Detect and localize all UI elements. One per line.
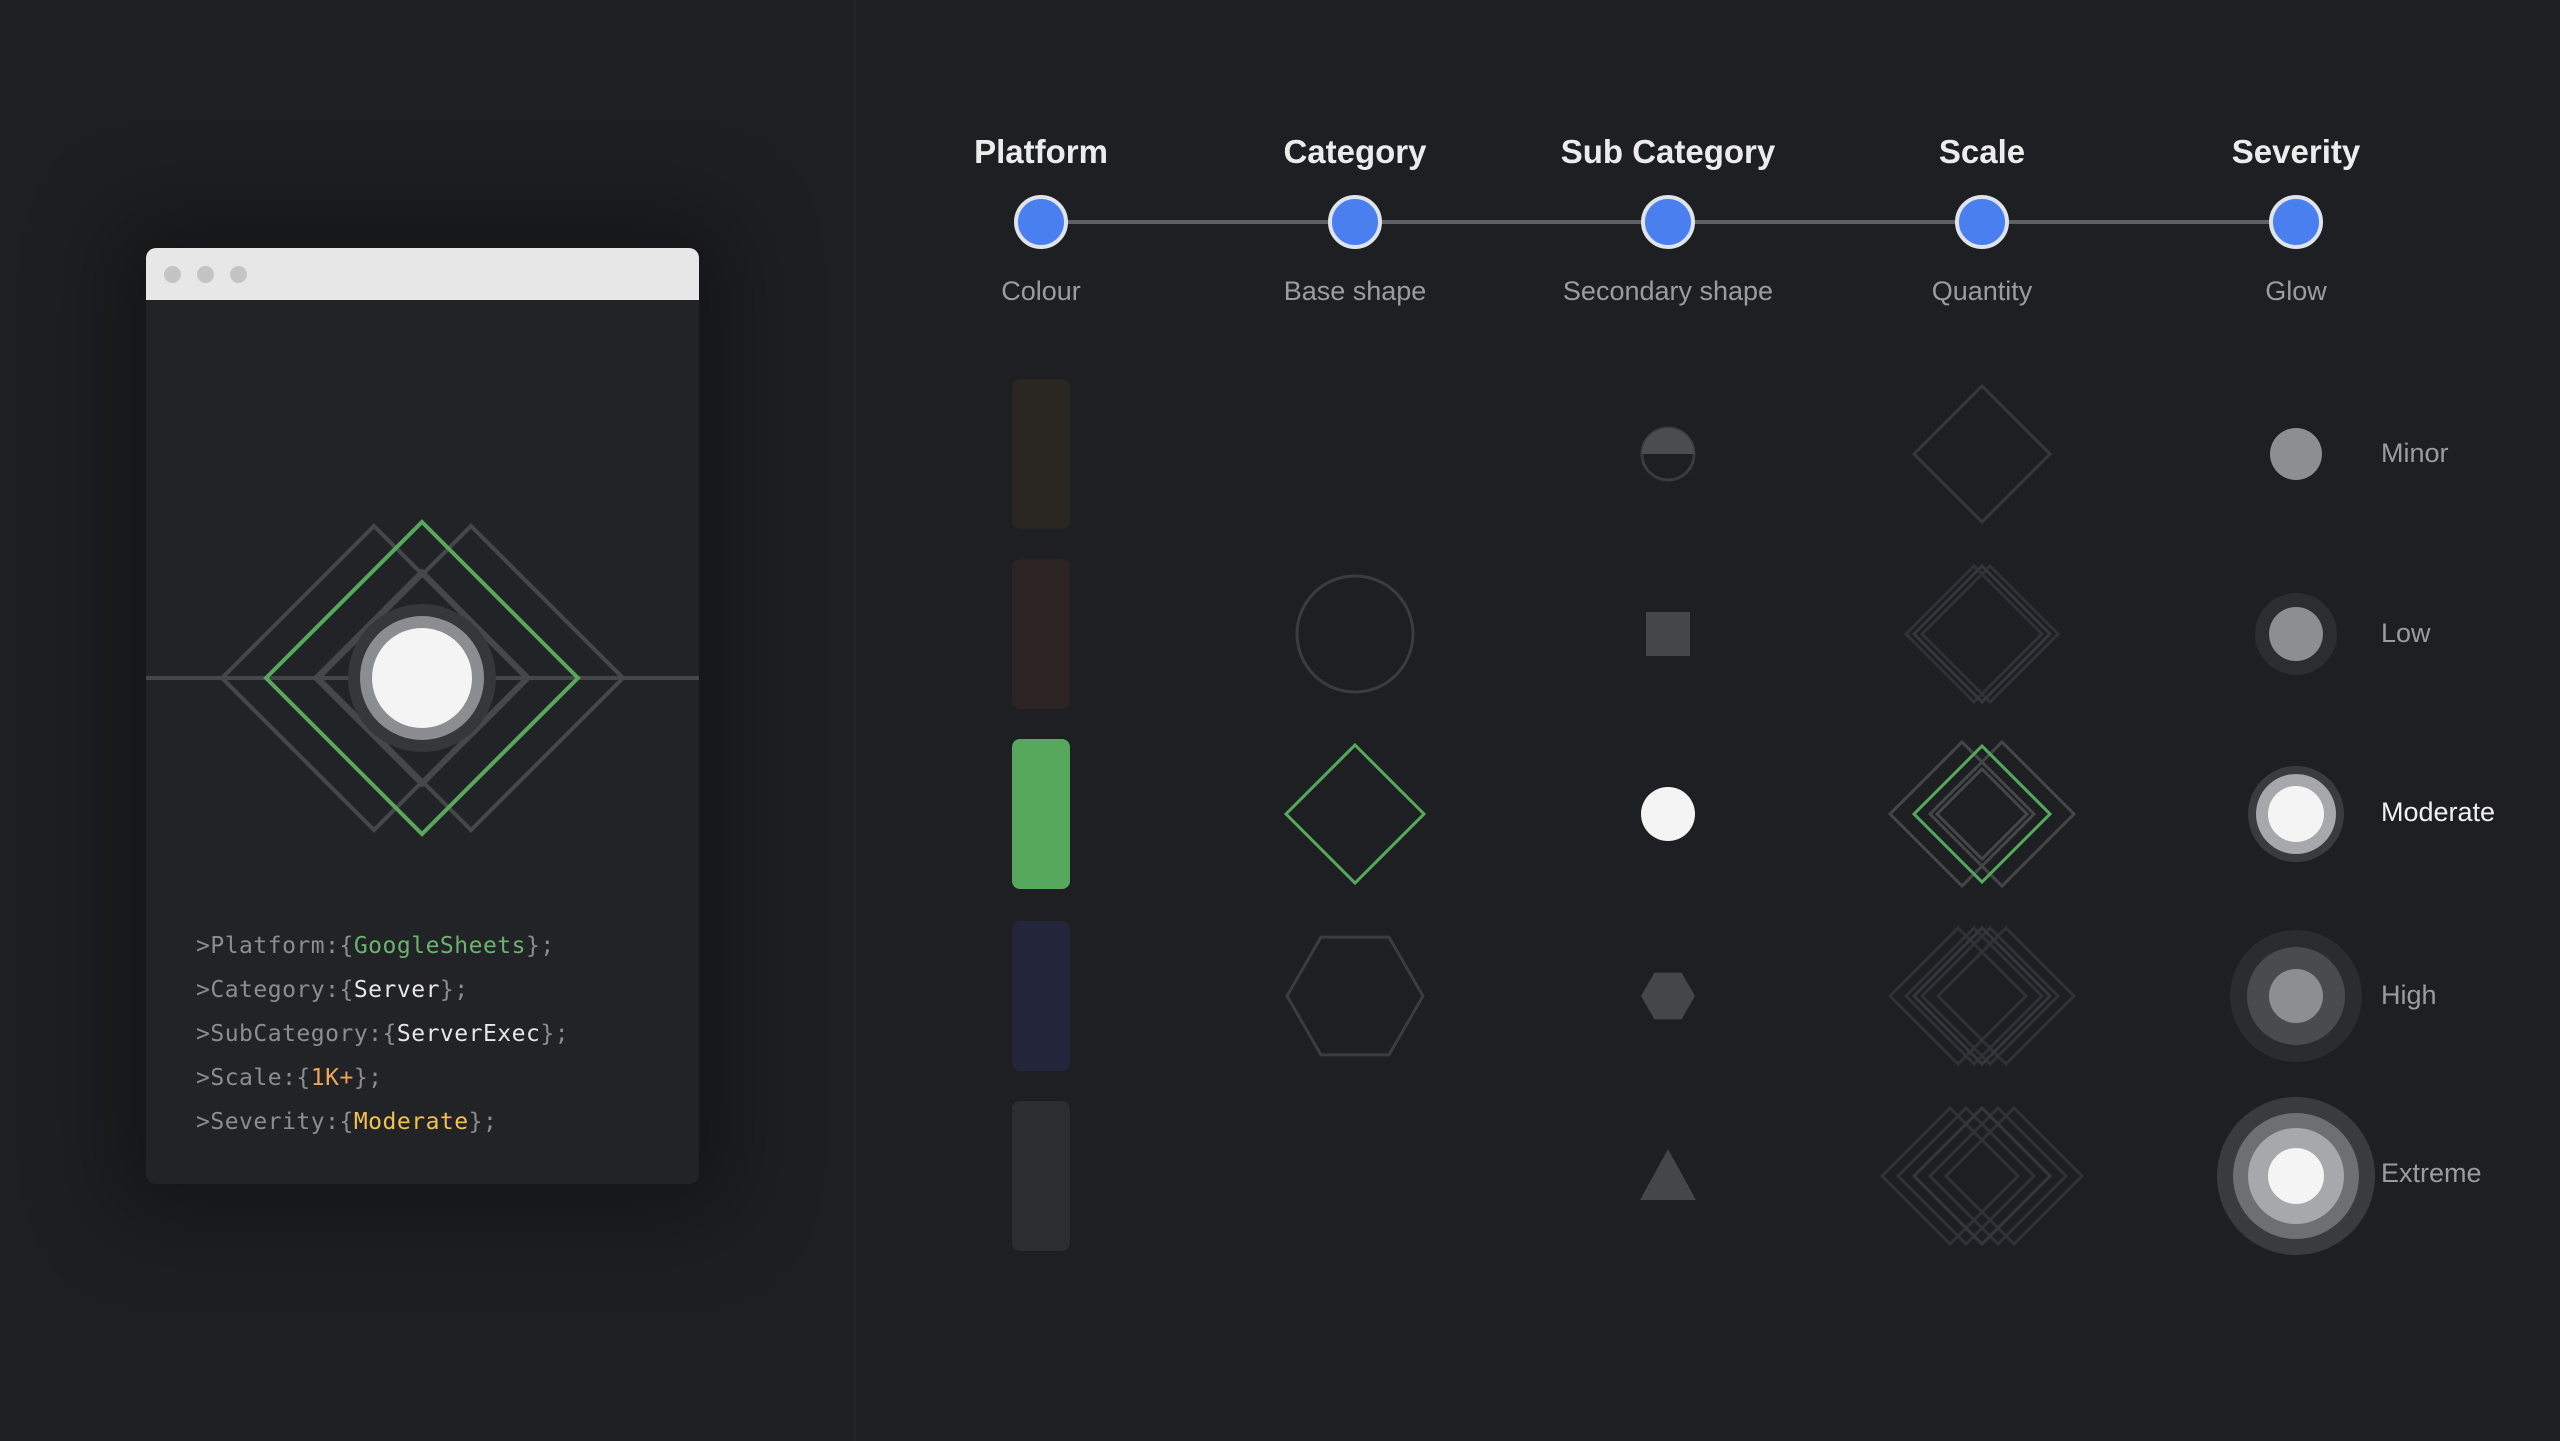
column-title-platform: Platform — [974, 133, 1108, 170]
quantity-diamond-inner-icon — [1934, 766, 2030, 862]
quantity-diamond-icon — [1911, 925, 2053, 1067]
severity-label-minor: Minor — [2381, 438, 2449, 468]
legend-graphics — [1012, 195, 2375, 1255]
column-subtitle-colour: Colour — [1001, 276, 1081, 306]
quantity-diamond-icon — [1943, 1105, 2085, 1247]
base-shape-diamond-icon — [1283, 742, 1427, 886]
severity-label-low: Low — [2381, 618, 2431, 648]
quantity-diamond-icon — [1879, 1105, 2021, 1247]
quantity-diamond-icon — [1903, 925, 2045, 1067]
severity-glow-high-icon — [2269, 969, 2323, 1023]
colour-swatch — [1012, 739, 1070, 889]
timeline-node-4 — [1955, 195, 2009, 249]
quantity-diamond-main-icon — [1911, 743, 2053, 885]
column-title-scale: Scale — [1938, 133, 2026, 170]
secondary-half-circle-icon — [1642, 428, 1694, 454]
base-shape-circle-icon — [1295, 574, 1415, 694]
severity-glow-moderate-icon — [2268, 786, 2324, 842]
timeline-node-5 — [2269, 195, 2323, 249]
quantity-diamond-icon — [1911, 383, 2053, 525]
timeline-node-2 — [1328, 195, 1382, 249]
quantity-diamond-icon — [1911, 1105, 2053, 1247]
quantity-diamond-icon — [1887, 925, 2029, 1067]
quantity-diamond-icon — [1919, 563, 2061, 705]
quantity-diamond-icon — [1935, 925, 2077, 1067]
timeline-node-3 — [1641, 195, 1695, 249]
secondary-hexagon-icon — [1641, 972, 1695, 1020]
colour-swatch — [1012, 559, 1070, 709]
quantity-diamond-back-icon — [1887, 739, 2037, 889]
severity-glow-extreme-icon — [2268, 1148, 2324, 1204]
column-subtitle-glow: Glow — [2265, 276, 2327, 306]
base-shape-hexagon-icon — [1285, 935, 1425, 1057]
colour-swatch — [1012, 1101, 1070, 1251]
quantity-diamond-icon — [1911, 383, 2053, 525]
quantity-diamond-icon — [1919, 925, 2061, 1067]
severity-glow-minor-icon — [2270, 428, 2322, 480]
colour-swatch — [1012, 921, 1070, 1071]
column-title-category: Category — [1283, 133, 1427, 170]
timeline-node-1 — [1014, 195, 1068, 249]
quantity-diamond-icon — [1911, 563, 2053, 705]
secondary-circle-icon — [1641, 787, 1695, 841]
quantity-diamond-back-icon — [1927, 739, 2077, 889]
column-subtitle-base-shape: Base shape — [1283, 276, 1427, 306]
quantity-diamond-icon — [1903, 563, 2045, 705]
quantity-diamond-icon — [1895, 1105, 2037, 1247]
secondary-square-icon — [1646, 612, 1690, 656]
quantity-diamond-icon — [1927, 1105, 2069, 1247]
colour-swatch — [1012, 379, 1070, 529]
secondary-triangle-icon — [1640, 1149, 1696, 1200]
quantity-diamond-icon — [1911, 1105, 2053, 1247]
severity-label-moderate: Moderate — [2381, 797, 2496, 827]
column-subtitle-quantity: Quantity — [1931, 276, 2033, 306]
severity-glow-low-icon — [2269, 607, 2323, 661]
column-title-sub-category: Sub Category — [1560, 133, 1776, 170]
column-title-severity: Severity — [2231, 133, 2361, 170]
severity-label-high: High — [2381, 980, 2437, 1010]
column-subtitle-secondary-shape: Secondary shape — [1562, 276, 1774, 306]
severity-label-extreme: Extreme — [2381, 1158, 2482, 1188]
